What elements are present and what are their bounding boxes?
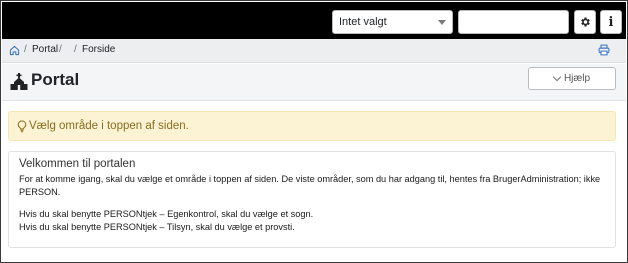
chevron-down-icon	[552, 72, 562, 81]
alert-text: Vælg område i toppen af siden.	[29, 120, 189, 132]
settings-button[interactable]	[574, 10, 596, 34]
breadcrumb-item-forside: Forside	[82, 44, 116, 55]
breadcrumb: / Portal / / Forside	[2, 39, 626, 63]
breadcrumb-separator: /	[59, 44, 62, 55]
welcome-text-line: Hvis du skal benytte PERSONtjek – Tilsyn…	[19, 221, 295, 232]
info-icon: i	[608, 14, 614, 30]
page-header: Portal Hjælp	[2, 64, 626, 101]
welcome-card: Velkommen til portalen For at komme igan…	[8, 151, 616, 248]
welcome-text-line: For at komme igang, skal du vælge et omr…	[19, 174, 601, 184]
area-select[interactable]: Intet valgt	[332, 10, 453, 34]
top-navbar: Intet valgt i	[2, 2, 626, 39]
page-title: Portal	[31, 70, 80, 89]
select-area-alert: Vælg område i toppen af siden.	[8, 111, 616, 141]
help-button-label: Hjælp	[563, 73, 591, 84]
breadcrumb-separator: /	[24, 44, 27, 55]
gear-icon	[581, 17, 590, 27]
print-icon[interactable]	[598, 44, 610, 56]
chevron-down-icon	[438, 20, 446, 25]
info-button[interactable]: i	[600, 10, 622, 34]
welcome-text-line: PERSON.	[19, 186, 61, 197]
lightbulb-icon	[17, 120, 27, 133]
help-button[interactable]: Hjælp	[528, 67, 616, 90]
area-select-value: Intet valgt	[339, 16, 387, 28]
breadcrumb-item-portal[interactable]: Portal	[32, 44, 58, 55]
church-logo-icon	[10, 73, 28, 90]
breadcrumb-separator: /	[74, 44, 77, 55]
search-input[interactable]	[458, 10, 569, 34]
welcome-title: Velkommen til portalen	[19, 158, 136, 170]
app-window: Intet valgt i / Portal / / Forside Porta…	[0, 0, 628, 263]
welcome-text-line: Hvis du skal benytte PERSONtjek – Egenko…	[19, 209, 314, 219]
home-icon[interactable]	[9, 45, 20, 56]
